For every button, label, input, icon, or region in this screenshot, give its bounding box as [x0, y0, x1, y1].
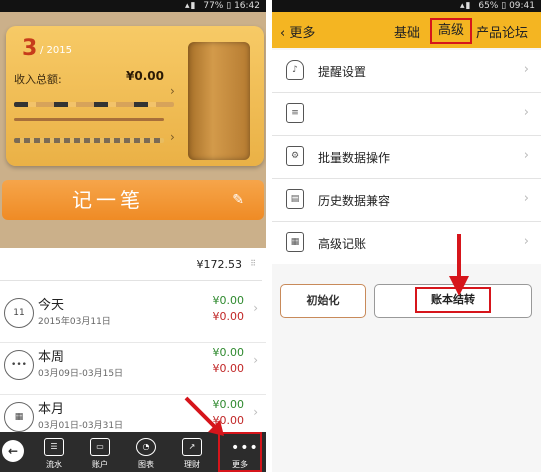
row-date: 03月01日-03月31日 [38, 421, 124, 431]
history-data-icon: ▤ [286, 189, 304, 209]
back-arrow-icon[interactable]: ← [2, 440, 24, 462]
tab-label: 流水 [46, 460, 62, 469]
chevron-right-icon: › [523, 105, 529, 120]
bell-icon: ♪ [286, 60, 304, 80]
status-bar: ▴▮ 77% ▯ 16:42 [0, 0, 266, 12]
document-icon: ≡ [286, 103, 304, 123]
chevron-right-icon: › [170, 130, 175, 144]
row-title: 本周 [38, 350, 65, 365]
battery-percent: 77% [203, 1, 224, 11]
menu-item-advanced[interactable]: ▦ 高级记账 › [272, 222, 541, 265]
row-expense: ¥0.00 [212, 310, 245, 323]
pie-chart-icon: ◔ [136, 438, 156, 456]
tab-label: 账户 [92, 460, 108, 469]
pencil-icon: ✎ [232, 192, 244, 208]
clock: 16:42 [234, 1, 260, 11]
chevron-right-icon: › [523, 191, 529, 206]
battery-icon: ▯ [501, 1, 510, 11]
chevron-right-icon: › [523, 148, 529, 163]
income-total-label: 收入总额: [14, 73, 62, 86]
right-screen: ▴▮ 65% ▯ 09:41 ‹ 更多 基础 高级 产品论坛 ♪ 提醒设置 › … [272, 0, 541, 472]
battery-percent: 65% [478, 1, 499, 11]
signal-icon: ▴▮ [459, 1, 472, 11]
left-screen: ▴▮ 77% ▯ 16:42 3 / 2015 收入总额: ¥0.00 › › … [0, 0, 266, 472]
menu-label: 高级记账 [318, 237, 367, 251]
row-date: 2015年03月11日 [38, 317, 111, 327]
tab-advanced[interactable]: 高级 [430, 18, 472, 44]
tab-label: 图表 [138, 460, 154, 469]
row-title: 本月 [38, 402, 65, 417]
calendar-week-icon: ••• [4, 350, 34, 380]
chevron-right-icon: › [170, 84, 175, 98]
list-icon: ☰ [44, 438, 64, 456]
month-number: 3 [22, 36, 38, 61]
tab-flow[interactable]: ☰ 流水 [32, 432, 76, 472]
chevron-left-icon: ‹ [280, 26, 290, 41]
batch-settings-icon: ⚙ [286, 146, 304, 166]
month-summary-card[interactable]: 3 / 2015 收入总额: ¥0.00 › › [6, 26, 264, 166]
obscured-line [14, 118, 164, 121]
tab-basic[interactable]: 基础 [394, 22, 420, 41]
status-bar: ▴▮ 65% ▯ 09:41 [272, 0, 541, 12]
card-icon: ▭ [90, 438, 110, 456]
list-item-today[interactable]: 11 今天 2015年03月11日 ¥0.00 ¥0.00 › [0, 290, 266, 343]
obscured-balance-bar [14, 138, 164, 143]
menu-item-document[interactable]: ≡ › [272, 93, 541, 136]
chevron-right-icon: › [253, 353, 258, 367]
tab-label: 更多 [232, 460, 248, 469]
tab-accounts[interactable]: ▭ 账户 [78, 432, 122, 472]
advanced-record-icon: ▦ [286, 232, 304, 252]
back-button[interactable]: ‹ 更多 [280, 22, 315, 41]
menu-item-history[interactable]: ▤ 历史数据兼容 › [272, 179, 541, 222]
income-total-value: ¥0.00 [126, 69, 164, 83]
year-label: / 2015 [40, 45, 72, 56]
account-book-image[interactable] [188, 42, 250, 160]
tab-charts[interactable]: ◔ 图表 [124, 432, 168, 472]
clock: 09:41 [509, 1, 535, 11]
action-buttons: 初始化 账本结转 [272, 264, 541, 344]
battery-icon: ▯ [226, 1, 235, 11]
record-entry-label: 记一笔 [72, 188, 144, 212]
row-date: 03月09日-03月15日 [38, 369, 124, 379]
row-expense: ¥0.00 [212, 362, 245, 375]
menu-label: 提醒设置 [318, 65, 367, 79]
row-income: ¥0.00 [212, 294, 245, 307]
balance-row[interactable]: ¥172.53 ⠿ [0, 252, 262, 281]
row-income: ¥0.00 [212, 346, 245, 359]
initialize-button[interactable]: 初始化 [280, 284, 366, 318]
chevron-right-icon: › [253, 301, 258, 315]
menu-item-batch[interactable]: ⚙ 批量数据操作 › [272, 136, 541, 179]
tab-forum[interactable]: 产品论坛 [476, 22, 528, 41]
red-arrow-annotation [184, 396, 224, 436]
list-item-week[interactable]: ••• 本周 03月09日-03月15日 ¥0.00 ¥0.00 › [0, 342, 266, 395]
record-entry-button[interactable]: 记一笔 ✎ [2, 180, 264, 220]
menu-label: 批量数据操作 [318, 151, 391, 165]
grip-icon: ⠿ [250, 259, 256, 268]
header-bar: ‹ 更多 基础 高级 产品论坛 [272, 12, 541, 48]
calendar-day-icon: 11 [4, 298, 34, 328]
tab-label: 理财 [184, 460, 200, 469]
red-arrow-annotation [449, 234, 469, 296]
calendar-month-icon: ▦ [4, 402, 34, 432]
chevron-right-icon: › [253, 405, 258, 419]
chevron-right-icon: › [523, 62, 529, 77]
row-title: 今天 [38, 298, 65, 313]
balance-value: ¥172.53 [196, 258, 243, 271]
signal-icon: ▴▮ [184, 1, 197, 11]
obscured-expense-bar [14, 102, 174, 107]
back-label: 更多 [289, 26, 316, 41]
chevron-right-icon: › [523, 234, 529, 249]
menu-item-reminder[interactable]: ♪ 提醒设置 › [272, 50, 541, 93]
more-icon: ••• [231, 440, 259, 456]
menu-label: 历史数据兼容 [318, 194, 391, 208]
